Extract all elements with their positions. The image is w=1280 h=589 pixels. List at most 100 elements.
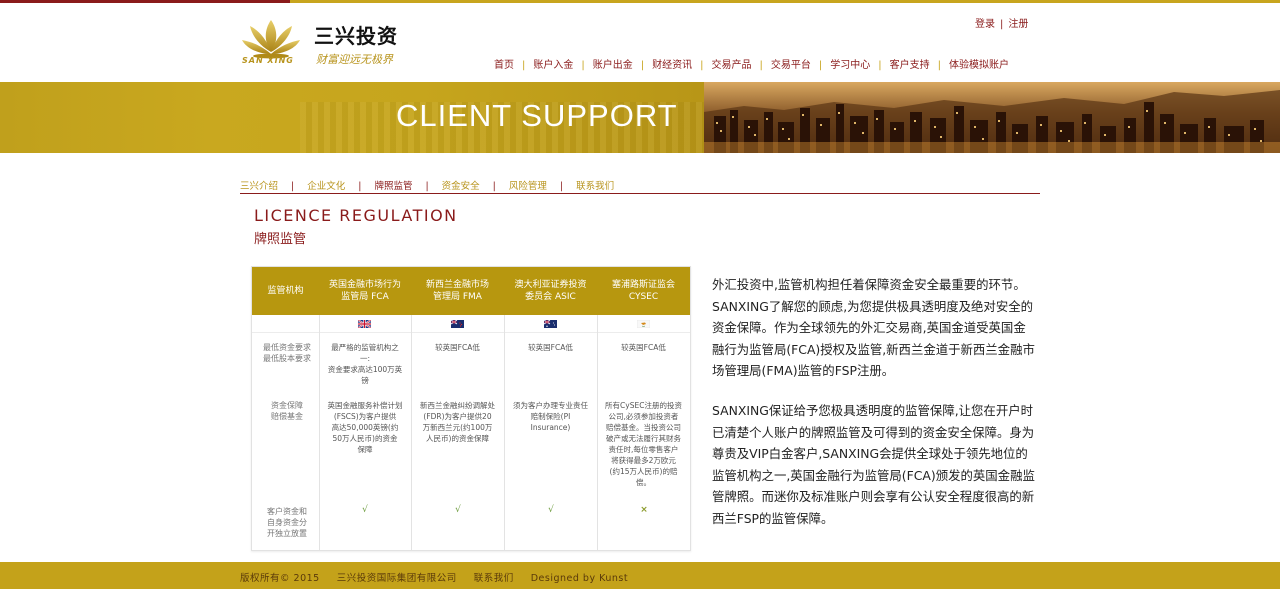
nav-home[interactable]: 首页 xyxy=(494,56,514,71)
header-line: 英国金融市场行为 xyxy=(328,280,401,290)
nav-deposit[interactable]: 账户入金 xyxy=(533,56,573,71)
cell-line: 破产或无法履行其财务 xyxy=(606,434,681,443)
login-link[interactable]: 登录 xyxy=(975,15,995,30)
header-asic-text: 澳大利亚证券投资 委员会 ASIC xyxy=(514,279,586,303)
row-label-line: 最低股本要求 xyxy=(263,354,311,363)
logo-text: 三兴投资 xyxy=(314,24,398,48)
nav-support[interactable]: 客户支持 xyxy=(890,56,930,71)
guarantee-paragraph: SANXING保证给予您极具透明度的监管保障,让您在开户时已清楚个人账户的牌照监… xyxy=(712,403,1035,526)
header-line: 澳大利亚证券投资 xyxy=(514,280,587,290)
nav-separator: | xyxy=(700,60,704,71)
register-link[interactable]: 注册 xyxy=(1008,15,1028,30)
top-accent-dark xyxy=(0,0,290,3)
intro-paragraph: 外汇投资中,监管机构担任着保障资金安全最重要的环节。SANXING了解您的顾虑,… xyxy=(712,277,1035,378)
nav-demo-account[interactable]: 体验模拟账户 xyxy=(949,56,1009,71)
check-icon: √ xyxy=(548,505,554,515)
city-night-image xyxy=(704,82,1280,153)
subnav-culture[interactable]: 企业文化 xyxy=(307,178,345,192)
column-divider xyxy=(411,315,412,550)
header-line: 管理局 FMA xyxy=(433,292,482,302)
header-fma: 新西兰金融市场 管理局 FMA xyxy=(411,267,504,315)
column-divider xyxy=(597,315,598,550)
sub-nav: 三兴介绍 | 企业文化 | 牌照监管 | 资金安全 | 风险管理 | 联系我们 xyxy=(240,178,1040,192)
subnav-separator: | xyxy=(291,181,295,192)
subnav-separator: | xyxy=(492,181,496,192)
header-line: 新西兰金融市场 xyxy=(425,280,489,290)
check-icon: √ xyxy=(362,505,368,515)
nav-platform[interactable]: 交易平台 xyxy=(771,56,811,71)
cell-line: 公司,必须参加投资者 xyxy=(608,412,679,421)
logo-english: SAN XING xyxy=(242,56,294,65)
subnav-separator: | xyxy=(358,181,362,192)
cell-line: 赔制保险(PI xyxy=(530,412,571,421)
logo[interactable]: 三兴投资 SAN XING 财富迎远无极界 xyxy=(240,16,420,68)
subnav-fund-safety[interactable]: 资金安全 xyxy=(442,178,480,192)
auth-links: 登录 | 注册 xyxy=(975,15,1028,30)
cell-asic-compensation: 须为客户办理专业责任 赔制保险(PI Insurance) xyxy=(507,400,594,433)
nav-products[interactable]: 交易产品 xyxy=(712,56,752,71)
footer: 版权所有© 2015 三兴投资国际集团有限公司 联系我们 Designed by Ku… xyxy=(0,562,1280,589)
cell-line: 一: xyxy=(359,354,371,363)
cell-fca-min-capital: 最严格的监管机构之 一: 资金要求高达100万英 镑 xyxy=(322,342,408,386)
header-regulator: 监管机构 xyxy=(252,267,319,315)
nav-separator: | xyxy=(759,60,763,71)
subnav-risk[interactable]: 风险管理 xyxy=(509,178,547,192)
subnav-separator: | xyxy=(559,181,564,192)
row-label-line: 自身资金分 xyxy=(267,518,307,527)
au-flag-icon xyxy=(544,320,557,328)
cell-line: 保障 xyxy=(357,445,373,454)
cell-line: Insurance) xyxy=(530,423,571,432)
cell-line: 万新西兰元(约100万 xyxy=(422,423,493,432)
subnav-contact[interactable]: 联系我们 xyxy=(576,178,614,192)
logo-slogan: 财富迎远无极界 xyxy=(316,53,393,66)
cell-line: 资金要求高达100万英 xyxy=(327,365,403,374)
footer-text: 版权所有© 2015 三兴投资国际集团有限公司 联系我们 Designed by Ku… xyxy=(240,570,645,584)
cell-line: 赔偿基金。当投资公司 xyxy=(606,423,681,432)
header-fca-text: 英国金融市场行为 监管局 FCA xyxy=(329,279,401,303)
cell-line: 较英国FCA低 xyxy=(621,343,666,352)
auth-separator: | xyxy=(1000,19,1004,30)
table-header: 监管机构 英国金融市场行为 监管局 FCA 新西兰金融市场 管理局 FMA 澳大利亚… xyxy=(252,267,690,315)
header-cysec: 塞浦路斯证监会 CYSEC xyxy=(597,267,690,315)
cell-line: 责任时,每位零售客户 xyxy=(608,445,679,454)
row-label-line: 最低资金要求 xyxy=(263,343,311,352)
cell-line: 新西兰金融纠纷调解处 xyxy=(420,401,495,410)
hero-banner: CLIENT SUPPORT xyxy=(0,82,1280,153)
cell-line: 50万人民币)的资金 xyxy=(332,434,398,443)
row-label-line: 客户资金和 xyxy=(267,507,307,516)
row-label-min-capital: 最低资金要求 最低股本要求 xyxy=(256,342,318,364)
footer-contact-link[interactable]: 联系我们 xyxy=(474,570,514,584)
subnav-divider xyxy=(240,193,1040,194)
cell-cysec-compensation: 所有CySEC注册的投资 公司,必须参加投资者 赔偿基金。当投资公司 破产或无法… xyxy=(600,400,687,488)
nz-flag-icon xyxy=(451,320,464,328)
cell-line: 高达50,000英镑(约 xyxy=(331,423,399,432)
cell-fma-min-capital: 较英国FCA低 xyxy=(414,342,501,353)
nav-separator: | xyxy=(581,60,585,71)
cell-fca-compensation: 英国金融服务补偿计划 (FSCS)为客户提供 高达50,000英镑(约 50万人… xyxy=(322,400,408,455)
cell-cysec-min-capital: 较英国FCA低 xyxy=(600,342,687,353)
subnav-licence[interactable]: 牌照监管 xyxy=(374,178,412,192)
cell-line: 人民币)的资金保障 xyxy=(426,434,489,443)
cell-line: 将获得最多2万欧元 xyxy=(611,456,676,465)
subnav-about[interactable]: 三兴介绍 xyxy=(240,178,278,192)
nav-separator: | xyxy=(878,60,882,71)
cell-line: (FSCS)为客户提供 xyxy=(333,412,397,421)
cell-line: 英国金融服务补偿计划 xyxy=(327,401,403,410)
nav-separator: | xyxy=(818,60,823,71)
section-title-cn: 牌照监管 xyxy=(254,232,307,247)
column-divider xyxy=(504,315,505,550)
cell-line: (约15万人民币)的赔 xyxy=(609,467,678,476)
nav-learning[interactable]: 学习中心 xyxy=(830,56,870,71)
nav-news[interactable]: 财经资讯 xyxy=(652,56,692,71)
main-nav: 首页 | 账户入金 | 账户出金 | 财经资讯 | 交易产品 | 交易平台 | 学习中心 | 客户支持 | 体验… xyxy=(494,56,1009,71)
banner-title: CLIENT SUPPORT xyxy=(396,98,678,133)
nav-withdraw[interactable]: 账户出金 xyxy=(593,56,633,71)
section-title-en: LICENCE REGULATION xyxy=(254,206,458,225)
header-fca: 英国金融市场行为 监管局 FCA xyxy=(319,267,411,315)
cell-line: 须为客户办理专业责任 xyxy=(513,401,588,410)
cross-icon: × xyxy=(640,505,648,515)
row-label-line: 开独立放置 xyxy=(267,529,307,538)
cell-line: 偿。 xyxy=(636,478,651,487)
cell-line: 镑 xyxy=(361,376,369,385)
cell-line: 较英国FCA低 xyxy=(528,343,573,352)
